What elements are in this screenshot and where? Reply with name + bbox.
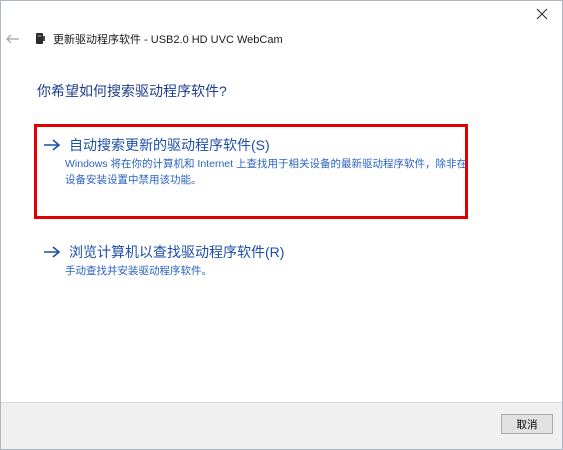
option-auto-search[interactable]: 自动搜索更新的驱动程序软件(S) Windows 将在你的计算机和 Intern… bbox=[43, 135, 483, 188]
cancel-button[interactable]: 取消 bbox=[501, 414, 553, 434]
option-browse-computer[interactable]: 浏览计算机以查找驱动程序软件(R) 手动查找并安装驱动程序软件。 bbox=[43, 242, 483, 279]
dialog-header: 更新驱动程序软件 - USB2.0 HD UVC WebCam bbox=[1, 28, 562, 50]
dialog-footer: 取消 bbox=[1, 402, 562, 449]
option-browse-computer-label[interactable]: 浏览计算机以查找驱动程序软件(R) bbox=[69, 242, 284, 262]
back-button[interactable] bbox=[3, 30, 23, 48]
update-driver-dialog: 更新驱动程序软件 - USB2.0 HD UVC WebCam 你希望如何搜索驱… bbox=[0, 0, 563, 450]
title-bar bbox=[1, 1, 562, 31]
arrow-right-icon bbox=[44, 139, 61, 151]
option-browse-computer-description: 手动查找并安装驱动程序软件。 bbox=[65, 265, 212, 277]
back-arrow-icon bbox=[6, 34, 19, 44]
dialog-title: 更新驱动程序软件 - USB2.0 HD UVC WebCam bbox=[53, 34, 283, 46]
device-icon bbox=[36, 33, 45, 44]
option-auto-search-label[interactable]: 自动搜索更新的驱动程序软件(S) bbox=[69, 135, 270, 155]
option-auto-search-description: Windows 将在你的计算机和 Internet 上查找用于相关设备的最新驱动… bbox=[65, 158, 467, 186]
page-question: 你希望如何搜索驱动程序软件? bbox=[37, 83, 227, 99]
close-button[interactable] bbox=[528, 3, 556, 25]
arrow-right-icon bbox=[44, 246, 61, 258]
close-icon bbox=[536, 8, 548, 20]
